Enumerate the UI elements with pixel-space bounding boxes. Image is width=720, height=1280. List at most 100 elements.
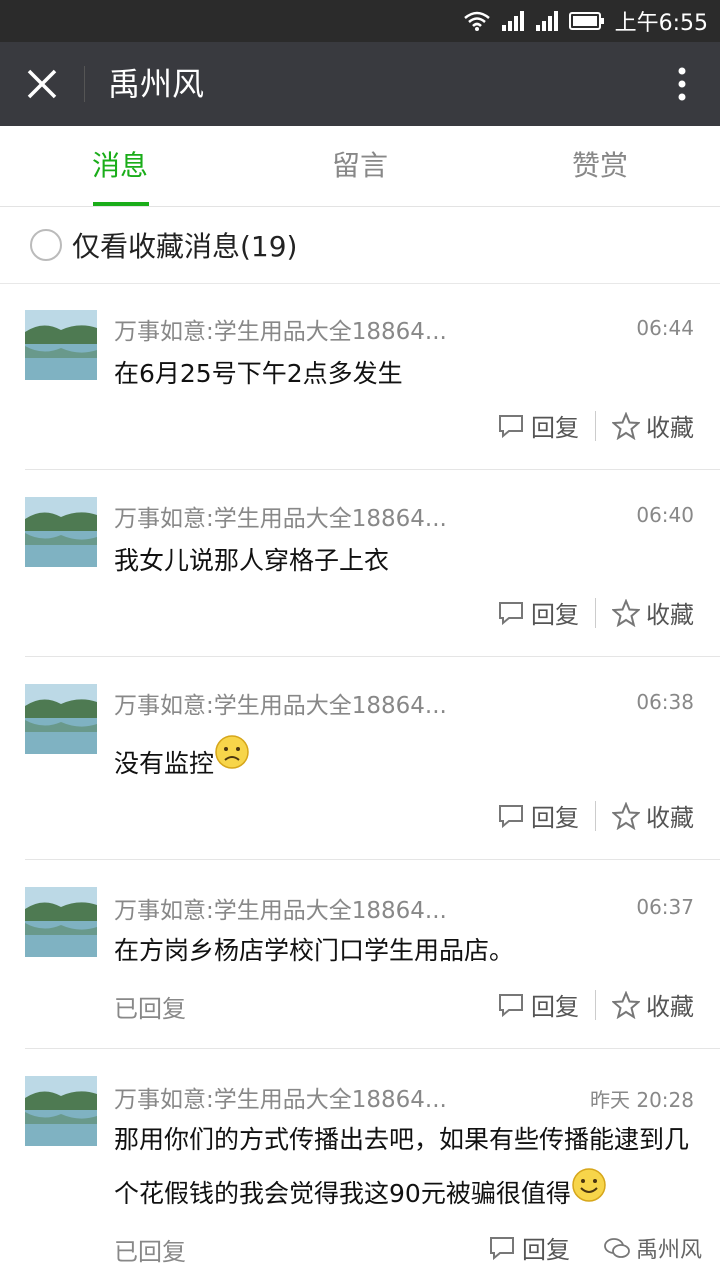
message-actions: 回复 收藏 <box>497 595 694 630</box>
landscape-avatar-icon <box>25 684 97 754</box>
title-divider <box>84 66 85 102</box>
replied-status: 已回复 <box>114 995 186 1023</box>
sender-name: 万事如意:学生用品大全18864... <box>114 319 447 345</box>
signal-icon-2 <box>535 11 558 31</box>
favorite-button[interactable]: 收藏 <box>612 408 694 443</box>
sad-face-icon <box>215 735 249 769</box>
message-content-row: 没有监控 <box>114 735 694 790</box>
message-actions: 回复 收藏 <box>497 798 694 833</box>
reply-icon <box>490 1236 514 1260</box>
divider <box>25 859 720 860</box>
reply-button[interactable]: 回复 <box>497 595 579 630</box>
action-divider <box>595 597 596 628</box>
message-actions: 回复 收藏 <box>497 987 694 1022</box>
tab-label: 赞赏 <box>571 149 628 182</box>
landscape-avatar-icon <box>25 310 97 380</box>
status-bar: 上午6:55 <box>0 0 720 42</box>
reply-button[interactable]: 回复 <box>497 798 579 833</box>
message-time: 昨天 20:28 <box>590 1088 694 1112</box>
favorite-button[interactable]: 收藏 <box>612 595 694 630</box>
watermark: 禹州风 <box>604 1232 702 1264</box>
close-icon[interactable] <box>24 66 60 102</box>
message-time: 06:37 <box>636 895 694 919</box>
reply-icon <box>499 414 523 438</box>
favorite-label: 收藏 <box>646 804 694 832</box>
avatar[interactable] <box>25 1076 97 1146</box>
avatar[interactable] <box>25 497 97 567</box>
tab-comments[interactable]: 留言 <box>240 126 480 206</box>
list-item: 万事如意:学生用品大全18864... 06:40 我女儿说那人穿格子上衣 回复… <box>0 471 720 657</box>
landscape-avatar-icon <box>25 1076 97 1146</box>
message-time: 06:44 <box>636 316 694 340</box>
list-item: 万事如意:学生用品大全18864... 06:37 在方岗乡杨店学校门口学生用品… <box>0 861 720 1049</box>
message-content: 我女儿说那人穿格子上衣 <box>114 546 390 575</box>
reply-button[interactable]: 回复 <box>497 987 579 1022</box>
signal-icon-1 <box>501 11 524 31</box>
message-content: 没有监控 <box>114 749 215 778</box>
star-icon <box>612 990 640 1019</box>
action-divider <box>595 800 596 831</box>
reply-label: 回复 <box>531 601 579 629</box>
message-content: 在方岗乡杨店学校门口学生用品店。 <box>114 936 515 965</box>
tab-label: 留言 <box>331 149 388 182</box>
favorites-filter[interactable]: 仅看收藏消息(19) <box>0 207 720 284</box>
status-icons: 上午6:55 <box>463 0 708 42</box>
list-item: 万事如意:学生用品大全18864... 06:38 没有监控 回复 收藏 <box>0 658 720 860</box>
divider <box>25 1048 720 1049</box>
avatar[interactable] <box>25 684 97 754</box>
list-item: 万事如意:学生用品大全18864... 06:44 在6月25号下午2点多发生 … <box>0 284 720 470</box>
landscape-avatar-icon <box>25 497 97 567</box>
sender-name: 万事如意:学生用品大全18864... <box>114 1087 447 1113</box>
reply-button[interactable]: 回复 <box>497 408 579 443</box>
filter-radio[interactable] <box>30 229 62 261</box>
reply-icon <box>499 804 523 828</box>
landscape-avatar-icon <box>25 887 97 957</box>
tab-active-indicator <box>93 202 149 206</box>
more-menu-icon[interactable] <box>674 66 690 102</box>
message-content: 在6月25号下午2点多发生 <box>114 359 403 388</box>
battery-icon <box>568 12 604 30</box>
wifi-icon <box>463 11 490 31</box>
message-actions: 回复 收藏 <box>497 408 694 443</box>
tab-bar: 消息 留言 赞赏 <box>0 126 720 207</box>
avatar[interactable] <box>25 887 97 957</box>
title-bar: 禹州风 <box>0 42 720 126</box>
sender-name: 万事如意:学生用品大全18864... <box>114 898 447 924</box>
favorite-label: 收藏 <box>646 993 694 1021</box>
favorite-label: 收藏 <box>646 601 694 629</box>
message-content: 个花假钱的我会觉得我这90元被骗很值得 <box>114 1179 571 1208</box>
divider <box>25 469 720 470</box>
favorite-label: 收藏 <box>646 414 694 442</box>
reply-label: 回复 <box>522 1236 570 1264</box>
tab-rewards[interactable]: 赞赏 <box>480 126 720 206</box>
replied-status: 已回复 <box>114 1238 186 1266</box>
action-divider <box>595 989 596 1020</box>
page-title: 禹州风 <box>108 65 205 103</box>
star-icon <box>612 411 640 440</box>
message-time: 06:40 <box>636 503 694 527</box>
message-content-row: 个花假钱的我会觉得我这90元被骗很值得 <box>114 1168 694 1220</box>
filter-label: 仅看收藏消息(19) <box>72 230 298 263</box>
reply-icon <box>499 993 523 1017</box>
favorite-button[interactable]: 收藏 <box>612 798 694 833</box>
reply-icon <box>499 601 523 625</box>
message-actions: 回复 <box>488 1230 570 1265</box>
tab-label: 消息 <box>91 149 148 182</box>
sender-name: 万事如意:学生用品大全18864... <box>114 506 447 532</box>
tab-messages[interactable]: 消息 <box>0 126 240 206</box>
star-icon <box>612 598 640 627</box>
reply-label: 回复 <box>531 993 579 1021</box>
action-divider <box>595 410 596 441</box>
wechat-logo-icon <box>604 1238 630 1258</box>
message-content: 那用你们的方式传播出去吧，如果有些传播能逮到几 <box>114 1125 690 1154</box>
favorite-button[interactable]: 收藏 <box>612 987 694 1022</box>
star-icon <box>612 801 640 830</box>
divider <box>25 656 720 657</box>
smile-face-icon <box>572 1168 606 1202</box>
avatar[interactable] <box>25 310 97 380</box>
reply-label: 回复 <box>531 804 579 832</box>
reply-button[interactable]: 回复 <box>488 1230 570 1265</box>
sender-name: 万事如意:学生用品大全18864... <box>114 693 447 719</box>
reply-label: 回复 <box>531 414 579 442</box>
message-time: 06:38 <box>636 690 694 714</box>
